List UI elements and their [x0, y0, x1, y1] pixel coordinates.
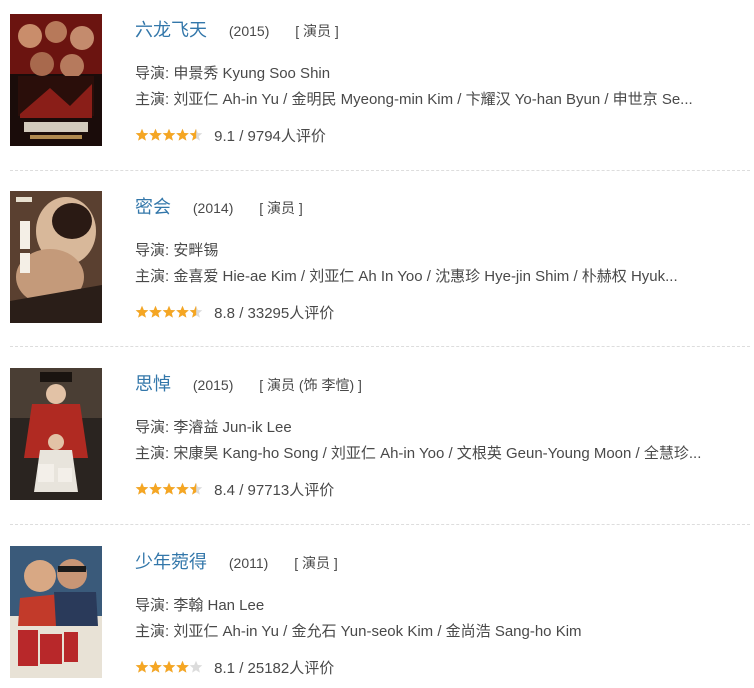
- rating-stars-icon: [135, 305, 203, 319]
- movie-poster[interactable]: [10, 368, 102, 500]
- title-line: 思悼 (2015) [ 演员 (饰 李愃) ]: [135, 370, 362, 394]
- rating-line: 9.1 / 9794人评价: [135, 125, 326, 145]
- movie-poster[interactable]: [10, 546, 102, 678]
- list-item: 密会 (2014) [ 演员 ] 导演: 安畔锡 主演: 金喜爱 Hie-ae …: [0, 189, 754, 329]
- movie-director: 导演: 申景秀 Kyung Soo Shin: [135, 65, 331, 82]
- divider: [10, 524, 750, 525]
- star-icon: [149, 660, 162, 673]
- movie-cast: 主演: 刘亚仁 Ah-in Yu / 金允石 Yun-seok Kim / 金尚…: [135, 623, 582, 640]
- star-icon: [176, 305, 189, 318]
- movie-year: (2015): [228, 23, 270, 39]
- movie-year: (2015): [192, 377, 234, 393]
- movie-role: [ 演员 ]: [259, 200, 303, 216]
- rating-line: 8.4 / 97713人评价: [135, 479, 334, 499]
- rating-text: 8.4 / 97713人评价: [214, 482, 335, 499]
- poster-image-icon: [10, 14, 102, 146]
- star-icon: [162, 482, 176, 495]
- movie-title-link[interactable]: 思悼: [135, 374, 171, 394]
- rating-stars-icon: [135, 660, 203, 674]
- star-icon: [135, 305, 149, 318]
- movie-title-link[interactable]: 密会: [135, 197, 171, 217]
- poster-image-icon: [10, 191, 102, 323]
- movie-title-link[interactable]: 六龙飞天: [135, 20, 207, 40]
- movie-year: (2014): [192, 200, 234, 216]
- title-line: 密会 (2014) [ 演员 ]: [135, 193, 303, 217]
- list-item: 六龙飞天 (2015) [ 演员 ] 导演: 申景秀 Kyung Soo Shi…: [0, 12, 754, 152]
- movie-director: 导演: 李濬益 Jun-ik Lee: [135, 419, 292, 436]
- rating-line: 8.1 / 25182人评价: [135, 657, 334, 677]
- movie-title-link[interactable]: 少年菀得: [135, 552, 207, 572]
- movie-year: (2011): [228, 555, 269, 571]
- movie-role: [ 演员 ]: [295, 23, 339, 39]
- movie-cast: 主演: 宋康昊 Kang-ho Song / 刘亚仁 Ah-in Yoo / 文…: [135, 445, 702, 462]
- star-icon: [162, 128, 176, 141]
- rating-stars-icon: [135, 482, 203, 496]
- movie-director: 导演: 安畔锡: [135, 242, 219, 259]
- star-icon: [162, 305, 176, 318]
- star-icon: [176, 128, 189, 141]
- rating-line: 8.8 / 33295人评价: [135, 302, 334, 322]
- rating-text: 9.1 / 9794人评价: [214, 128, 326, 145]
- movie-poster[interactable]: [10, 14, 102, 146]
- movie-role: [ 演员 (饰 李愃) ]: [259, 377, 362, 393]
- star-icon: [149, 128, 162, 141]
- list-item: 思悼 (2015) [ 演员 (饰 李愃) ] 导演: 李濬益 Jun-ik L…: [0, 366, 754, 506]
- list-item: 少年菀得 (2011) [ 演员 ] 导演: 李翰 Han Lee 主演: 刘亚…: [0, 544, 754, 684]
- star-icon: [149, 482, 162, 495]
- poster-image-icon: [10, 368, 102, 500]
- star-icon: [135, 482, 149, 495]
- rating-text: 8.1 / 25182人评价: [214, 660, 335, 677]
- poster-image-icon: [10, 546, 102, 678]
- movie-role: [ 演员 ]: [294, 555, 338, 571]
- star-icon: [162, 660, 176, 673]
- divider: [10, 346, 750, 347]
- movie-cast: 主演: 金喜爱 Hie-ae Kim / 刘亚仁 Ah In Yoo / 沈惠珍…: [135, 268, 678, 285]
- title-line: 少年菀得 (2011) [ 演员 ]: [135, 548, 338, 572]
- star-icon: [149, 305, 162, 318]
- divider: [10, 170, 750, 171]
- star-icon: [176, 482, 189, 495]
- movie-poster[interactable]: [10, 191, 102, 323]
- star-icon: [135, 128, 149, 141]
- star-icon: [176, 660, 189, 673]
- star-icon: [135, 660, 149, 673]
- movie-director: 导演: 李翰 Han Lee: [135, 597, 265, 614]
- movie-cast: 主演: 刘亚仁 Ah-in Yu / 金明民 Myeong-min Kim / …: [135, 91, 693, 108]
- title-line: 六龙飞天 (2015) [ 演员 ]: [135, 16, 339, 40]
- rating-stars-icon: [135, 128, 203, 142]
- rating-text: 8.8 / 33295人评价: [214, 305, 335, 322]
- star-icon: [189, 660, 203, 673]
